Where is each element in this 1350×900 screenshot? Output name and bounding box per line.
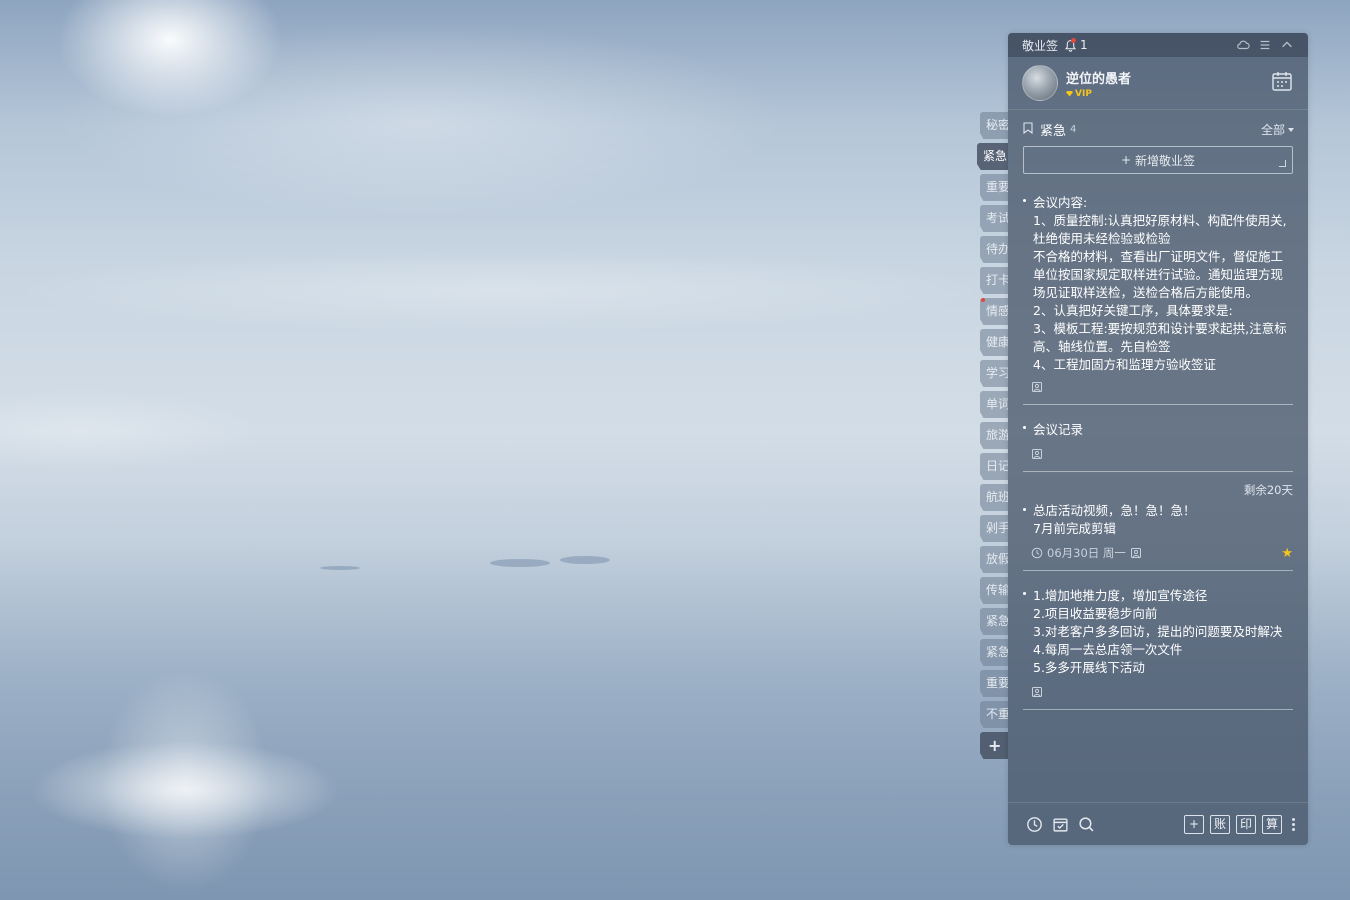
filter-dropdown[interactable]: 全部: [1261, 121, 1294, 138]
note-content: 会议内容: 1、质量控制:认真把好原材料、构配件使用关,杜绝使用未经检验或检验 …: [1033, 195, 1287, 372]
clock-icon: [1027, 816, 1042, 832]
more-icon[interactable]: [1292, 817, 1296, 831]
note-item[interactable]: 剩余20天 总店活动视频，急！急！急！ 7月前完成剪辑 06月30日 周一 ★: [1023, 482, 1293, 571]
note-item[interactable]: 会议记录: [1023, 421, 1293, 472]
app-title: 敬业签: [1022, 38, 1059, 53]
add-category-button[interactable]: +: [980, 732, 1008, 759]
add-button[interactable]: +: [1184, 814, 1204, 834]
category-name: 紧急: [1040, 123, 1067, 139]
tab-urgent-3[interactable]: 紧急: [980, 639, 1008, 666]
remaining-days: 剩余20天: [1243, 483, 1293, 497]
tab-emotion[interactable]: 情感: [980, 298, 1008, 325]
note-bullet: [1023, 426, 1026, 429]
tab-words[interactable]: 单词: [980, 391, 1008, 418]
tab-transfer[interactable]: 传输: [980, 577, 1008, 604]
distant-islands: [320, 556, 630, 570]
note-bullet: [1023, 199, 1026, 202]
tab-holiday[interactable]: 放假: [980, 546, 1008, 573]
search-icon: [1079, 816, 1094, 831]
note-content: 会议记录: [1033, 422, 1084, 437]
tab-study[interactable]: 学习: [980, 360, 1008, 387]
tab-important[interactable]: 重要: [980, 174, 1008, 201]
note-content: 1.增加地推力度，增加宣传途径 2.项目收益要稳步向前 3.对老客户多多回访，提…: [1033, 588, 1283, 675]
share-icon[interactable]: [1031, 448, 1043, 460]
clock-icon: [1031, 547, 1043, 559]
resize-corner-icon: [1279, 160, 1286, 167]
cloud-sync-icon[interactable]: [1236, 38, 1250, 52]
tab-important-2[interactable]: 重要: [980, 670, 1008, 697]
star-icon[interactable]: ★: [1281, 546, 1293, 561]
title-bar: 敬业签 1: [1008, 33, 1308, 57]
category-header: 紧急 4 全部: [1008, 120, 1308, 139]
filter-label: 全部: [1260, 122, 1285, 137]
note-item[interactable]: 1.增加地推力度，增加宣传途径 2.项目收益要稳步向前 3.对老客户多多回访，提…: [1023, 587, 1293, 710]
bottom-toolbar: + 账 印 算: [1008, 802, 1308, 845]
category-count: 4: [1070, 123, 1077, 135]
tab-secret[interactable]: 秘密: [980, 112, 1008, 139]
sticky-notes-panel: 敬业签 1 逆位的愚者 VIP 紧急 4 全部 + 新增敬业签 会议内容: 1、…: [1008, 33, 1308, 845]
user-name: 逆位的愚者: [1066, 71, 1132, 87]
tab-flight[interactable]: 航班: [980, 484, 1008, 511]
menu-icon[interactable]: [1258, 38, 1272, 52]
note-bullet: [1023, 508, 1026, 511]
vip-label: VIP: [1075, 88, 1092, 99]
completed-button[interactable]: [1052, 816, 1069, 833]
bookmark-icon: [1023, 121, 1033, 134]
tab-shopping[interactable]: 剁手: [980, 515, 1008, 542]
plus-icon: +: [1120, 153, 1132, 167]
tab-exam[interactable]: 考试: [980, 205, 1008, 232]
tab-not-important[interactable]: 不重: [980, 701, 1008, 728]
notification-button[interactable]: [1064, 37, 1077, 52]
note-content: 总店活动视频，急！急！急！ 7月前完成剪辑: [1033, 503, 1196, 536]
share-icon[interactable]: [1031, 381, 1043, 393]
avatar[interactable]: [1022, 65, 1058, 101]
checklist-icon: [1053, 817, 1068, 832]
collapse-icon[interactable]: [1280, 38, 1294, 52]
account-button[interactable]: 账: [1210, 814, 1230, 834]
tab-checkin[interactable]: 打卡: [980, 267, 1008, 294]
note-item[interactable]: 会议内容: 1、质量控制:认真把好原材料、构配件使用关,杜绝使用未经检验或检验 …: [1023, 194, 1293, 405]
tab-label: 情感: [986, 304, 1008, 318]
notes-list: 会议内容: 1、质量控制:认真把好原材料、构配件使用关,杜绝使用未经检验或检验 …: [1008, 194, 1308, 710]
calendar-button[interactable]: [1270, 69, 1294, 97]
vip-badge: VIP: [1066, 89, 1131, 99]
category-tabs: 秘密 紧急 重要 考试 待办 打卡 情感 健康 学习 单词 旅游 日记 航班 剁…: [977, 112, 1010, 763]
calculator-button[interactable]: 算: [1262, 814, 1282, 834]
tab-travel[interactable]: 旅游: [980, 422, 1008, 449]
add-note-label: 新增敬业签: [1135, 153, 1196, 168]
add-note-button[interactable]: + 新增敬业签: [1023, 146, 1293, 174]
tab-health[interactable]: 健康: [980, 329, 1008, 356]
tab-diary[interactable]: 日记: [980, 453, 1008, 480]
share-icon[interactable]: [1130, 547, 1142, 559]
unread-dot: [981, 298, 985, 302]
tab-urgent[interactable]: 紧急: [977, 143, 1008, 170]
print-button[interactable]: 印: [1236, 814, 1256, 834]
diamond-icon: [1066, 90, 1073, 97]
notification-count: 1: [1080, 38, 1088, 52]
search-button[interactable]: [1078, 816, 1095, 833]
note-bullet: [1023, 592, 1026, 595]
tab-todo[interactable]: 待办: [980, 236, 1008, 263]
reminder-date: 06月30日 周一: [1047, 546, 1126, 560]
share-icon[interactable]: [1031, 686, 1043, 698]
calendar-icon: [1272, 72, 1292, 91]
notification-dot: [1071, 37, 1077, 43]
user-header: 逆位的愚者 VIP: [1008, 57, 1308, 110]
tab-urgent-2[interactable]: 紧急: [980, 608, 1008, 635]
history-button[interactable]: [1026, 816, 1043, 833]
caret-down-icon: [1288, 128, 1294, 132]
